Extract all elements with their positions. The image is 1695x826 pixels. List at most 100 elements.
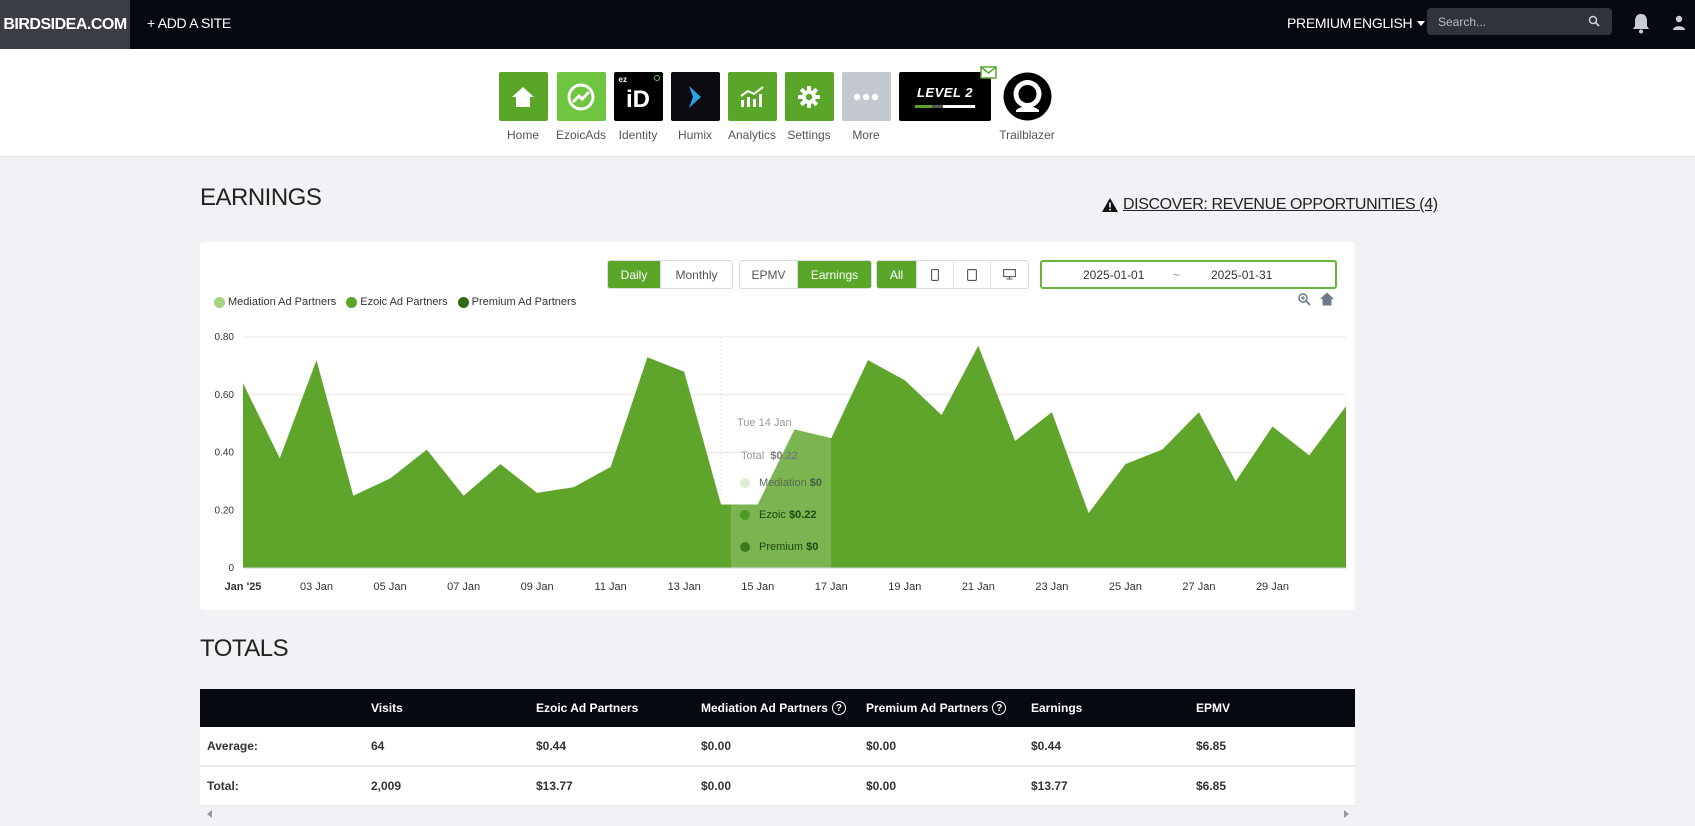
discover-link[interactable]: DISCOVER: REVENUE OPPORTUNITIES (4) [1101, 196, 1438, 214]
warning-icon [1102, 198, 1118, 212]
y-tick-label: 0.60 [215, 390, 235, 401]
scroll-right-icon[interactable] [1344, 810, 1349, 818]
col-premium[interactable]: Premium Ad Partners? [866, 701, 1007, 715]
app-label: Home [506, 128, 539, 142]
totals-title: TOTALS [200, 635, 289, 662]
app-home[interactable]: Home [493, 72, 553, 142]
chevron-down-icon [1417, 21, 1426, 26]
tooltip-row-label: Mediation [759, 477, 807, 489]
status-dot-icon [653, 75, 660, 81]
tooltip-row-label: Premium [759, 541, 804, 553]
cell-premium: $0.00 [866, 739, 897, 753]
level-progress-bar [915, 105, 975, 108]
scroll-left-icon[interactable] [207, 810, 212, 818]
top-bar: BIRDSIDEA.COM + ADD A SITE PREMIUM ENGLI… [0, 0, 1695, 49]
x-tick-label: 11 Jan [595, 581, 627, 593]
app-humix[interactable]: Humix [665, 72, 725, 142]
col-ezoic[interactable]: Ezoic Ad Partners [536, 701, 638, 715]
cell-premium: $0.00 [866, 779, 897, 793]
app-trailblazer[interactable]: Trailblazer [997, 72, 1057, 142]
y-tick-label: 0.20 [215, 505, 235, 516]
x-tick-label: 23 Jan [1035, 581, 1068, 593]
x-tick-label: 13 Jan [668, 581, 701, 593]
cell-epmv: $6.85 [1196, 739, 1227, 753]
totals-table: Visits Ezoic Ad Partners Mediation Ad Pa… [200, 689, 1355, 807]
level-label: LEVEL 2 [916, 85, 973, 100]
x-tick-label: 21 Jan [962, 581, 995, 593]
horizontal-scrollbar[interactable] [200, 806, 1355, 822]
x-tick-label: Jan '25 [225, 581, 262, 593]
premium-link[interactable]: PREMIUM [1287, 15, 1351, 31]
analytics-icon [727, 72, 777, 121]
cell-earnings: $0.44 [1031, 739, 1062, 753]
x-tick-label: 25 Jan [1109, 581, 1142, 593]
users-icon[interactable] [1672, 13, 1692, 33]
cell-ezoic: $13.77 [536, 779, 573, 793]
cell-earnings: $13.77 [1031, 779, 1068, 793]
bell-icon[interactable] [1631, 12, 1651, 34]
row-label: Average: [207, 739, 258, 753]
cell-visits: 64 [371, 739, 385, 753]
col-mediation-label: Mediation Ad Partners [701, 701, 828, 715]
table-header: Visits Ezoic Ad Partners Mediation Ad Pa… [200, 689, 1355, 727]
tooltip-total: Total $0.22 [741, 450, 798, 462]
level-badge[interactable]: LEVEL 2 [899, 66, 997, 121]
tooltip-row-value: $0 [809, 477, 823, 489]
app-settings[interactable]: Settings [779, 72, 839, 142]
tooltip-row-premium: Premium $0 [740, 541, 818, 553]
app-label: More [852, 128, 880, 142]
search-icon[interactable] [1588, 15, 1600, 27]
tooltip-dot [740, 478, 750, 488]
cell-mediation: $0.00 [701, 779, 732, 793]
app-analytics[interactable]: Analytics [722, 72, 782, 142]
cell-ezoic: $0.44 [536, 739, 567, 753]
col-mediation[interactable]: Mediation Ad Partners? [701, 701, 846, 715]
y-tick-label: 0.80 [215, 332, 235, 343]
help-icon[interactable]: ? [992, 701, 1007, 715]
col-earnings[interactable]: Earnings [1031, 701, 1082, 715]
tooltip-row-ezoic: Ezoic $0.22 [740, 509, 817, 521]
cell-mediation: $0.00 [701, 739, 732, 753]
x-tick-label: 09 Jan [521, 581, 554, 593]
tooltip-row-mediation: Mediation $0 [740, 477, 822, 489]
app-more[interactable]: More [836, 72, 896, 142]
identity-tile-text: iD [626, 85, 650, 113]
add-site-link[interactable]: + ADD A SITE [147, 15, 231, 31]
tooltip-dot [740, 510, 750, 520]
x-tick-label: 27 Jan [1182, 581, 1215, 593]
language-dropdown[interactable]: ENGLISH [1353, 15, 1426, 31]
x-tick-label: 29 Jan [1256, 581, 1289, 593]
mail-icon[interactable] [980, 66, 997, 79]
identity-icon: ez iD [613, 72, 663, 121]
identity-tile-sub: ez [618, 75, 627, 84]
search-input[interactable] [1427, 8, 1612, 35]
cell-visits: 2,009 [371, 779, 402, 793]
y-tick-label: 0 [228, 563, 234, 574]
app-label: EzoicAds [555, 128, 607, 142]
cell-epmv: $6.85 [1196, 779, 1227, 793]
more-icon [841, 72, 891, 121]
x-tick-label: 19 Jan [888, 581, 921, 593]
chart-tooltip: Tue 14 Jan Total $0.22 Mediation $0 Ezoi… [731, 411, 831, 568]
app-label: Humix [677, 128, 712, 142]
language-label: ENGLISH [1353, 15, 1413, 31]
level-badge-icon: LEVEL 2 [899, 72, 991, 121]
table-row: Total: 2,009 $13.77 $0.00 $0.00 $13.77 $… [200, 767, 1355, 807]
x-tick-label: 07 Jan [447, 581, 480, 593]
table-row: Average: 64 $0.44 $0.00 $0.00 $0.44 $6.8… [200, 727, 1355, 767]
app-ezoicads[interactable]: EzoicAds [551, 72, 611, 142]
help-icon[interactable]: ? [831, 701, 846, 715]
tooltip-row-value: $0.22 [788, 509, 817, 521]
tooltip-total-label: Total [741, 450, 765, 462]
earnings-title: EARNINGS [200, 184, 322, 211]
col-epmv[interactable]: EPMV [1196, 701, 1230, 715]
tooltip-total-value: $0.22 [770, 450, 798, 462]
app-label: Settings [787, 128, 831, 142]
brand-logo[interactable]: BIRDSIDEA.COM [0, 0, 130, 49]
tooltip-row-label: Ezoic [759, 509, 786, 521]
trailblazer-icon [1003, 72, 1052, 121]
app-label: Analytics [727, 128, 777, 142]
col-visits[interactable]: Visits [371, 701, 403, 715]
x-tick-label: 05 Jan [374, 581, 407, 593]
app-identity[interactable]: ez iD Identity [608, 72, 668, 142]
